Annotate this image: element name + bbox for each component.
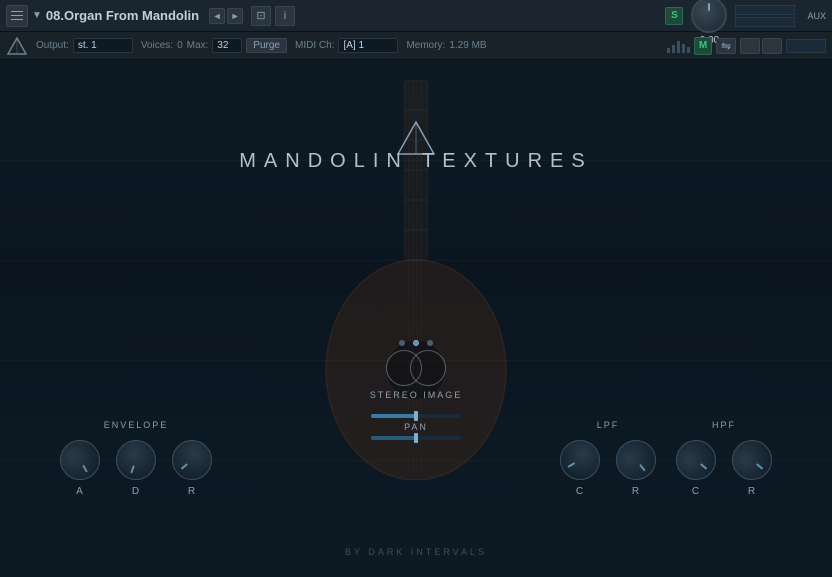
second-bar: Output: st. 1 Voices: 0 Max: 32 Purge MI… <box>0 32 832 60</box>
output-label: Output: <box>36 40 69 51</box>
voices-label: Voices: <box>141 40 173 51</box>
memory-group: Memory: 1.29 MB <box>406 40 486 51</box>
stereo-circle-right <box>410 350 446 386</box>
level-meter <box>786 39 826 53</box>
hpf-resonance-item: R <box>732 440 772 497</box>
by-label: BY DARK INTERVALS <box>345 547 487 557</box>
stereo-mode-dots <box>356 340 476 346</box>
stereo-dot-3[interactable] <box>427 340 433 346</box>
top-bar: ▼ 08.Organ From Mandolin ◄ ► ⊡ i S Tune … <box>0 0 832 32</box>
lpf-group: LPF C R <box>560 420 656 497</box>
hpf-knobs: C R <box>676 440 772 497</box>
eq-bars <box>667 39 690 53</box>
knobs-row: ENVELOPE A D R LPF <box>0 420 832 497</box>
purge-button[interactable]: Purge <box>246 38 287 53</box>
nav-arrows: ◄ ► <box>209 8 243 24</box>
stereo-dot-1[interactable] <box>399 340 405 346</box>
hpf-label: HPF <box>712 420 736 430</box>
max-label: Max: <box>187 40 209 51</box>
midi-group: MIDI Ch: [A] 1 <box>295 38 398 53</box>
right-mini-buttons <box>740 38 782 54</box>
release-knob-item: R <box>172 440 212 497</box>
eq-bar-3 <box>677 41 680 53</box>
decay-label: D <box>132 486 140 497</box>
decay-knob-item: D <box>116 440 156 497</box>
stereo-section: STEREO IMAGE <box>356 340 476 400</box>
mini-btn-2[interactable] <box>762 38 782 54</box>
attack-label: A <box>76 486 84 497</box>
midi-select[interactable]: [A] 1 <box>338 38 398 53</box>
instrument-title: 08.Organ From Mandolin <box>46 8 199 23</box>
tune-bar-top[interactable] <box>735 5 795 15</box>
attack-knob-item: A <box>60 440 100 497</box>
expand-arrow-icon[interactable]: ▼ <box>32 10 42 21</box>
hamburger-icon[interactable] <box>6 5 28 27</box>
midi-label: MIDI Ch: <box>295 40 334 51</box>
envelope-knobs: A D R <box>60 440 212 497</box>
stereo-label: STEREO IMAGE <box>356 390 476 400</box>
aux-label: AUX <box>807 11 826 21</box>
m-button[interactable]: M <box>694 37 712 55</box>
tune-knob[interactable] <box>691 0 727 33</box>
prev-patch-button[interactable]: ◄ <box>209 8 225 24</box>
release-knob[interactable] <box>164 432 220 488</box>
top-icons: ⊡ i <box>251 6 295 26</box>
eq-bar-4 <box>682 44 685 53</box>
hpf-group: HPF C R <box>676 420 772 497</box>
info-button[interactable]: i <box>275 6 295 26</box>
brand-title: MANDOLIN TEXTURES <box>239 150 592 173</box>
output-select[interactable]: st. 1 <box>73 38 133 53</box>
hpf-cutoff-knob[interactable] <box>668 432 724 488</box>
hpf-cutoff-label: C <box>692 486 700 497</box>
camera-button[interactable]: ⊡ <box>251 6 271 26</box>
pan-slider-fill <box>371 414 416 418</box>
tune-bar-bottom[interactable] <box>735 17 795 27</box>
memory-label: Memory: <box>406 40 445 51</box>
decay-knob[interactable] <box>110 434 161 485</box>
stereo-circles-display <box>356 350 476 386</box>
lpf-resonance-knob[interactable] <box>608 432 664 488</box>
lpf-cutoff-knob[interactable] <box>553 433 608 488</box>
pan-slider[interactable] <box>371 414 461 418</box>
tune-bars <box>735 5 795 27</box>
logo-icon <box>6 35 28 57</box>
lpf-resonance-label: R <box>632 486 640 497</box>
top-bar-left: ▼ 08.Organ From Mandolin ◄ ► ⊡ i <box>6 5 295 27</box>
eq-bar-1 <box>667 48 670 53</box>
pipe-icon[interactable]: ⇋ <box>716 38 736 54</box>
hpf-cutoff-item: C <box>676 440 716 497</box>
hpf-resonance-label: R <box>748 486 756 497</box>
output-group: Output: st. 1 <box>36 38 133 53</box>
eq-bar-5 <box>687 47 690 53</box>
memory-value: 1.29 MB <box>449 40 486 51</box>
second-bar-right: M ⇋ <box>667 37 826 55</box>
lpf-label: LPF <box>597 420 620 430</box>
envelope-label: ENVELOPE <box>104 420 169 430</box>
mini-btn-1[interactable] <box>740 38 760 54</box>
release-label: R <box>188 486 196 497</box>
lpf-cutoff-item: C <box>560 440 600 497</box>
lpf-resonance-item: R <box>616 440 656 497</box>
main-area: MANDOLIN TEXTURES STEREO IMAGE PAN ENVEL… <box>0 60 832 577</box>
hpf-resonance-knob[interactable] <box>724 432 780 488</box>
envelope-group: ENVELOPE A D R <box>60 420 212 497</box>
eq-bar-2 <box>672 45 675 53</box>
voices-group: Voices: 0 Max: 32 Purge <box>141 38 287 53</box>
max-value[interactable]: 32 <box>212 38 242 53</box>
stereo-dot-2[interactable] <box>413 340 419 346</box>
next-patch-button[interactable]: ► <box>227 8 243 24</box>
lpf-knobs: C R <box>560 440 656 497</box>
s-button[interactable]: S <box>665 7 683 25</box>
lpf-cutoff-label: C <box>576 486 584 497</box>
voices-value: 0 <box>177 40 183 51</box>
attack-knob[interactable] <box>53 433 108 488</box>
